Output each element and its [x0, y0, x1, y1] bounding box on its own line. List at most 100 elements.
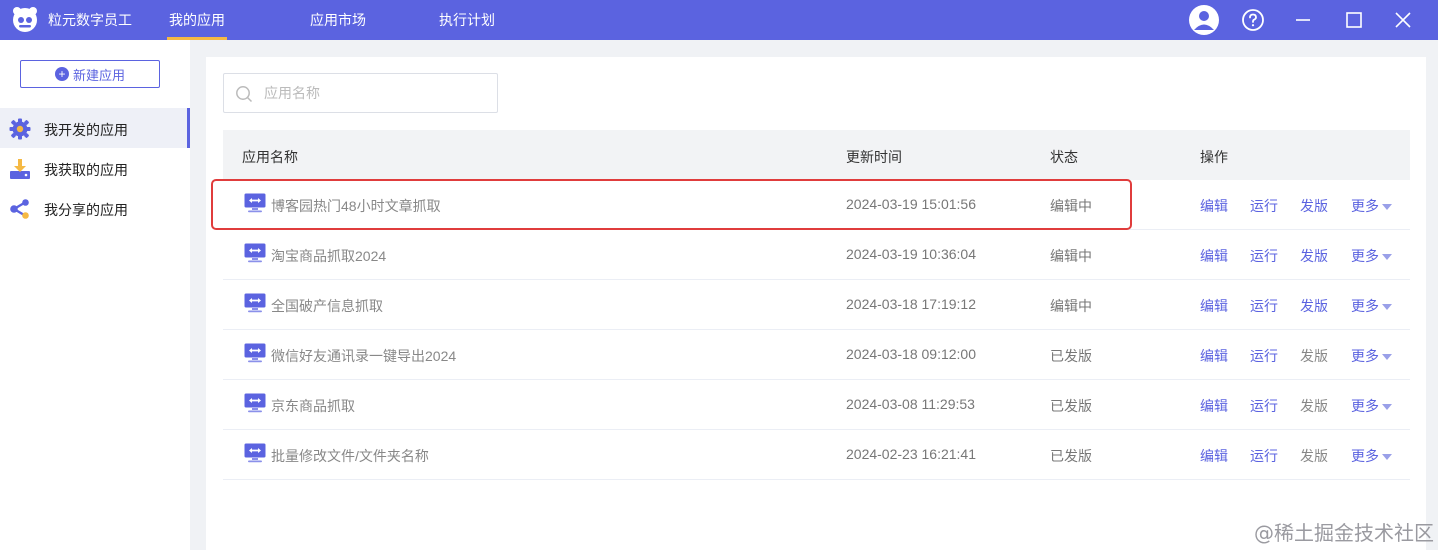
run-button[interactable]: 运行	[1250, 296, 1278, 316]
header-time: 更新时间	[846, 149, 902, 165]
watermark: @稀土掘金技术社区	[1254, 521, 1434, 545]
user-button[interactable]	[1184, 0, 1224, 40]
close-button[interactable]	[1383, 0, 1423, 40]
edit-button[interactable]: 编辑	[1200, 346, 1228, 366]
app-monitor-icon	[244, 443, 266, 463]
status-text: 编辑中	[1050, 248, 1092, 264]
header-name: 应用名称	[242, 149, 298, 165]
nav-app-market[interactable]: 应用市场	[310, 10, 366, 30]
more-button[interactable]: 更多	[1351, 346, 1392, 366]
status-text: 已发版	[1050, 398, 1092, 414]
more-label: 更多	[1351, 248, 1379, 264]
new-app-button[interactable]: + 新建应用	[20, 60, 160, 88]
app-monitor-icon	[244, 393, 266, 413]
table-row[interactable]: 微信好友通讯录一键导出2024 2024-03-18 09:12:00 已发版 …	[223, 330, 1410, 380]
update-time: 2024-03-18 09:12:00	[846, 346, 976, 362]
more-label: 更多	[1351, 298, 1379, 314]
app-name[interactable]: 批量修改文件/文件夹名称	[271, 446, 429, 466]
update-time: 2024-03-08 11:29:53	[846, 396, 975, 412]
app-monitor-icon	[244, 293, 266, 313]
app-name[interactable]: 淘宝商品抓取2024	[271, 246, 386, 266]
run-button[interactable]: 运行	[1250, 246, 1278, 266]
help-icon	[1242, 9, 1264, 31]
nav-exec-plan[interactable]: 执行计划	[439, 10, 495, 30]
download-icon	[10, 159, 30, 179]
table-row[interactable]: 批量修改文件/文件夹名称 2024-02-23 16:21:41 已发版 编辑 …	[223, 430, 1410, 480]
app-name[interactable]: 微信好友通讯录一键导出2024	[271, 346, 456, 366]
maximize-button[interactable]	[1334, 0, 1374, 40]
more-button[interactable]: 更多	[1351, 246, 1392, 266]
gear-icon	[9, 118, 31, 140]
logo-icon	[13, 7, 37, 32]
search-input[interactable]	[264, 82, 489, 104]
caret-down-icon	[1382, 304, 1392, 311]
update-time: 2024-02-23 16:21:41	[846, 446, 976, 462]
app-name[interactable]: 博客园热门48小时文章抓取	[271, 196, 441, 216]
more-button[interactable]: 更多	[1351, 196, 1392, 216]
table-row[interactable]: 全国破产信息抓取 2024-03-18 17:19:12 编辑中 编辑 运行 发…	[223, 280, 1410, 330]
nav-my-apps[interactable]: 我的应用	[167, 10, 227, 40]
publish-button[interactable]: 发版	[1300, 396, 1328, 416]
maximize-icon	[1346, 12, 1362, 28]
more-button[interactable]: 更多	[1351, 296, 1392, 316]
app-monitor-icon	[244, 193, 266, 213]
app-title: 粒元数字员工	[48, 12, 132, 28]
sidebar-item-developed[interactable]: 我开发的应用	[0, 108, 190, 148]
search-icon	[236, 86, 253, 103]
edit-button[interactable]: 编辑	[1200, 396, 1228, 416]
share-icon	[10, 199, 29, 219]
sidebar-item-label: 我开发的应用	[44, 122, 128, 138]
publish-button[interactable]: 发版	[1300, 346, 1328, 366]
status-text: 编辑中	[1050, 298, 1092, 314]
app-monitor-icon	[244, 343, 266, 363]
sidebar-item-acquired[interactable]: 我获取的应用	[0, 148, 190, 188]
top-bar: 粒元数字员工 我的应用 应用市场 执行计划	[0, 0, 1438, 40]
header-status: 状态	[1050, 149, 1078, 165]
new-app-label: 新建应用	[72, 67, 125, 83]
run-button[interactable]: 运行	[1250, 396, 1278, 416]
sidebar-item-shared[interactable]: 我分享的应用	[0, 188, 190, 228]
edit-button[interactable]: 编辑	[1200, 446, 1228, 466]
table-header: 应用名称 更新时间 状态 操作	[223, 130, 1410, 180]
status-text: 编辑中	[1050, 198, 1092, 214]
publish-button[interactable]: 发版	[1300, 196, 1328, 216]
publish-button[interactable]: 发版	[1300, 446, 1328, 466]
main-panel: 应用名称 更新时间 状态 操作 博客园热门48小时文章抓取 2024-03-19…	[206, 57, 1426, 550]
update-time: 2024-03-18 17:19:12	[846, 296, 976, 312]
table-row[interactable]: 淘宝商品抓取2024 2024-03-19 10:36:04 编辑中 编辑 运行…	[223, 230, 1410, 280]
help-button[interactable]	[1233, 0, 1273, 40]
publish-button[interactable]: 发版	[1300, 296, 1328, 316]
user-icon	[1189, 5, 1219, 35]
more-button[interactable]: 更多	[1351, 446, 1392, 466]
caret-down-icon	[1382, 404, 1392, 411]
app-name[interactable]: 京东商品抓取	[271, 396, 355, 416]
table-row[interactable]: 博客园热门48小时文章抓取 2024-03-19 15:01:56 编辑中 编辑…	[223, 180, 1410, 230]
more-label: 更多	[1351, 348, 1379, 364]
table-row[interactable]: 京东商品抓取 2024-03-08 11:29:53 已发版 编辑 运行 发版 …	[223, 380, 1410, 430]
sidebar-item-label: 我分享的应用	[44, 202, 128, 218]
app-name[interactable]: 全国破产信息抓取	[271, 296, 383, 316]
search-box	[223, 73, 498, 113]
edit-button[interactable]: 编辑	[1200, 196, 1228, 216]
more-button[interactable]: 更多	[1351, 396, 1392, 416]
caret-down-icon	[1382, 454, 1392, 461]
edit-button[interactable]: 编辑	[1200, 246, 1228, 266]
status-text: 已发版	[1050, 448, 1092, 464]
more-label: 更多	[1351, 198, 1379, 214]
caret-down-icon	[1382, 354, 1392, 361]
run-button[interactable]: 运行	[1250, 346, 1278, 366]
edit-button[interactable]: 编辑	[1200, 296, 1228, 316]
header-actions: 操作	[1200, 149, 1228, 165]
minimize-button[interactable]	[1283, 0, 1323, 40]
update-time: 2024-03-19 10:36:04	[846, 246, 976, 262]
close-icon	[1395, 12, 1411, 28]
caret-down-icon	[1382, 204, 1392, 211]
caret-down-icon	[1382, 254, 1392, 261]
minimize-icon	[1296, 19, 1310, 21]
run-button[interactable]: 运行	[1250, 446, 1278, 466]
plus-icon: +	[54, 67, 69, 81]
sidebar-item-label: 我获取的应用	[44, 162, 128, 178]
publish-button[interactable]: 发版	[1300, 246, 1328, 266]
run-button[interactable]: 运行	[1250, 196, 1278, 216]
app-monitor-icon	[244, 243, 266, 263]
